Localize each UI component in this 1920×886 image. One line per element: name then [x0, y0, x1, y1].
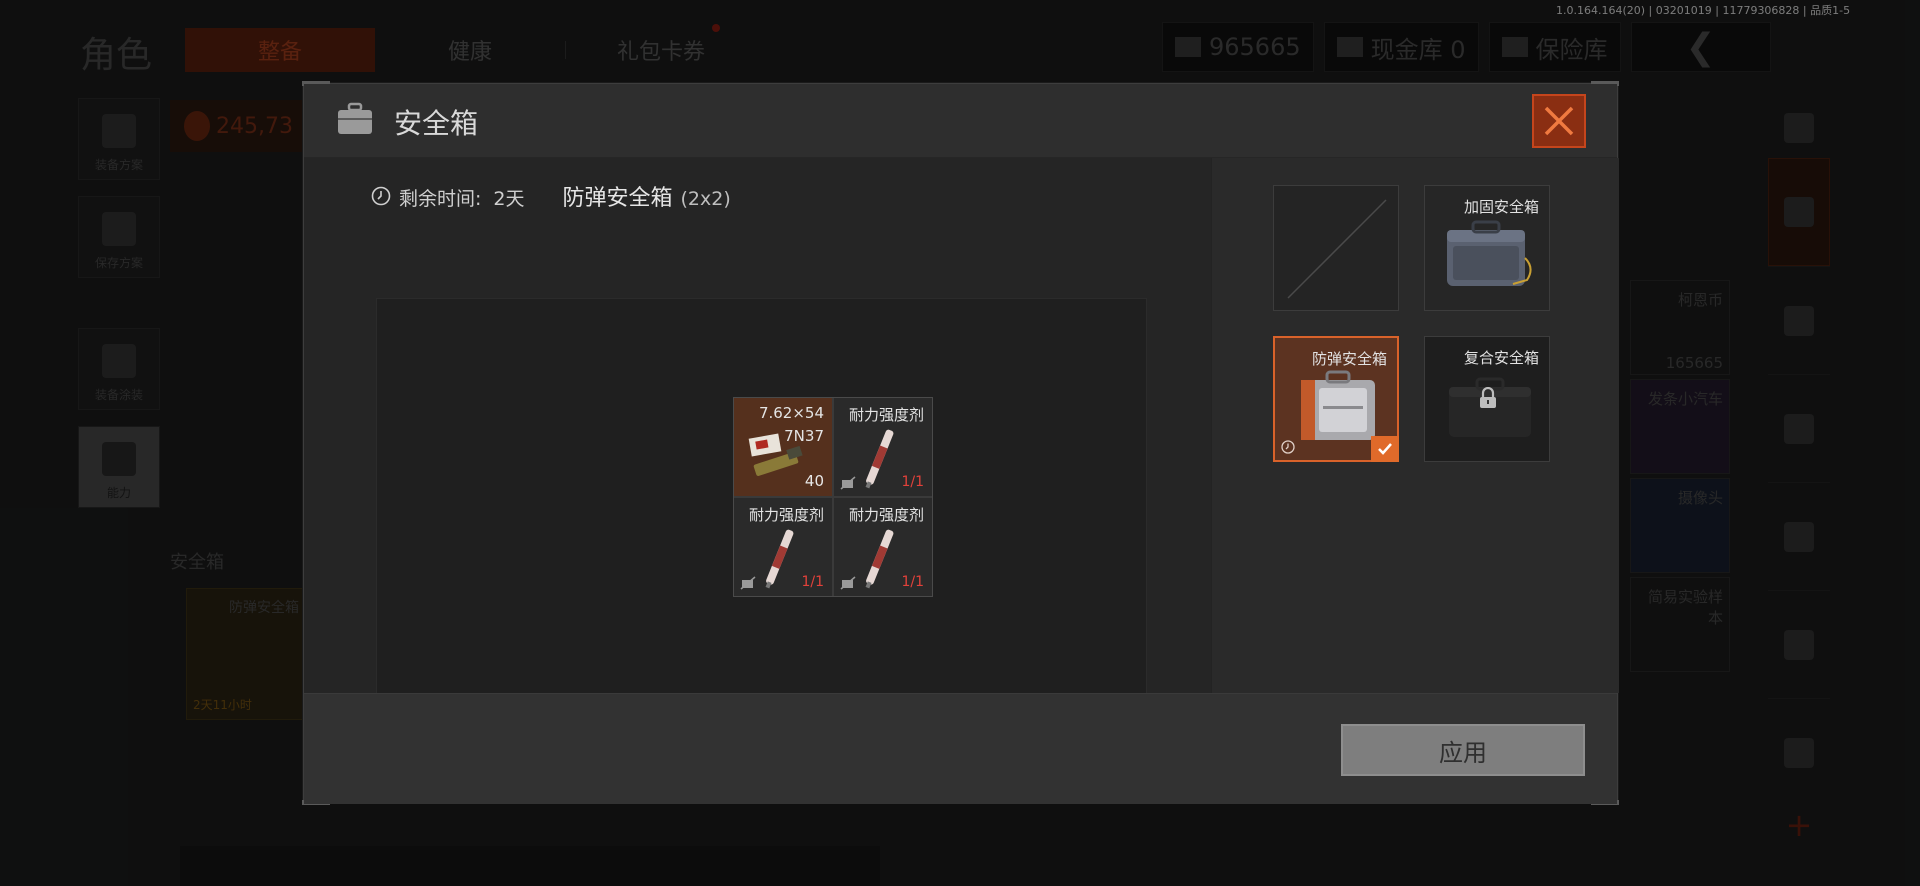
safe-contents-panel: 剩余时间: 2天 防弹安全箱 (2x2) 7.62×54 7N37 40 耐力强… — [304, 158, 1211, 701]
remaining-time-value: 2天 — [493, 188, 525, 210]
item-cell-syringe[interactable]: 耐力强度剂 1/1 — [834, 498, 932, 596]
case-slot-empty[interactable] — [1273, 185, 1399, 311]
syringe-icon — [765, 529, 794, 589]
current-case-size: (2x2) — [680, 188, 731, 210]
safe-storage-area: 7.62×54 7N37 40 耐力强度剂 1/1 耐力强度剂 1/1 耐力强度… — [376, 298, 1147, 701]
close-icon — [1544, 106, 1574, 136]
item-subname: 7N37 — [784, 427, 824, 445]
selected-check-icon — [1371, 436, 1399, 462]
no-repair-icon — [840, 476, 856, 490]
item-durability: 1/1 — [901, 474, 924, 490]
clock-icon — [1281, 440, 1295, 454]
case-slot-composite[interactable]: 复合安全箱 — [1424, 336, 1550, 462]
case-option-name: 防弹安全箱 — [1311, 350, 1387, 368]
safe-info-row: 剩余时间: 2天 防弹安全箱 (2x2) — [371, 180, 731, 212]
item-durability: 1/1 — [801, 574, 824, 590]
item-name: 耐力强度剂 — [848, 406, 924, 424]
item-count: 40 — [804, 472, 824, 490]
modal-title: 安全箱 — [394, 107, 479, 140]
item-cell-syringe[interactable]: 耐力强度剂 1/1 — [834, 398, 932, 496]
close-button[interactable] — [1532, 94, 1586, 148]
case-slot-reinforced[interactable]: 加固安全箱 — [1424, 185, 1550, 311]
item-name: 7.62×54 — [758, 404, 824, 422]
item-name: 耐力强度剂 — [848, 506, 924, 524]
briefcase-icon — [336, 102, 374, 136]
item-name: 耐力强度剂 — [748, 506, 824, 524]
item-cell-syringe[interactable]: 耐力强度剂 1/1 — [734, 498, 832, 596]
current-case-name: 防弹安全箱 — [562, 186, 673, 211]
clock-icon — [371, 186, 391, 206]
case-slot-bulletproof[interactable]: 防弹安全箱 — [1273, 336, 1399, 462]
reinforced-case-icon — [1447, 220, 1532, 286]
item-cell-ammo[interactable]: 7.62×54 7N37 40 — [734, 398, 832, 496]
remaining-time-label: 剩余时间: — [399, 188, 482, 210]
modal-header: 安全箱 — [304, 84, 1617, 158]
case-option-name: 复合安全箱 — [1463, 349, 1539, 367]
modal-footer: 应用 — [304, 693, 1617, 804]
no-repair-icon — [840, 576, 856, 590]
safe-item-grid: 7.62×54 7N37 40 耐力强度剂 1/1 耐力强度剂 1/1 耐力强度… — [733, 397, 933, 597]
item-durability: 1/1 — [901, 574, 924, 590]
syringe-icon — [865, 429, 894, 489]
case-selection-panel: 加固安全箱 防弹安全箱 复合安全箱 — [1211, 158, 1619, 693]
apply-button[interactable]: 应用 — [1341, 724, 1585, 776]
safe-box-modal: 安全箱 剩余时间: 2天 防弹安全箱 (2x2) 7.62×54 7N37 40… — [302, 81, 1619, 805]
lock-icon — [1480, 387, 1496, 408]
case-option-name: 加固安全箱 — [1463, 198, 1539, 216]
no-repair-icon — [740, 576, 756, 590]
syringe-icon — [865, 529, 894, 589]
empty-slash-icon — [1287, 199, 1387, 299]
